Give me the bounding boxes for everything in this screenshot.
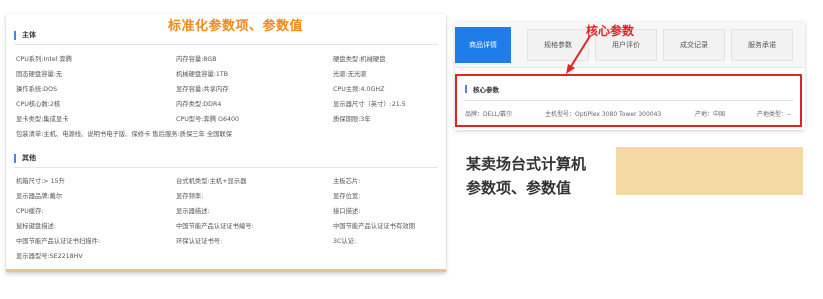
core-param-origin-type: 产地类型：-- [757,111,792,118]
core-param-origin: 产地：中国 [695,111,726,118]
caption: 某卖场台式计算机 参数项、参数值 [466,152,616,200]
spec-panel: 主体 CPU系列:Intel 奔腾 内存容量:8GB 硬盘类型:机械硬盘 固态硬… [6,14,446,272]
spec-cell: 显存频率: [176,193,204,200]
core-param-model: 主机型号：OptiPlex 3080 Tower 300043 [545,111,662,118]
spec-cell: 台式机类型:主机+显示器 [176,178,247,185]
spec-cell: 光驱:无光驱 [333,71,367,78]
spec-cell: 机械硬盘容量:1TB [176,71,229,78]
tab-service-promise[interactable]: 服务承诺 [731,29,793,61]
core-params-box: 核心参数 品牌：DELL/戴尔 主机型号：OptiPlex 3080 Tower… [455,74,802,127]
spec-cell: 质保期限:3年 [333,116,371,123]
spec-cell: 中国节能产品认证证书有效期 [333,223,415,230]
tab-product-details[interactable]: 商品详情 [455,27,511,63]
core-params-header: 核心参数 [465,84,499,94]
spec-cell: 显示器尺寸（英寸）:21.5 [333,101,406,108]
spec-cell: CPU系列:Intel 奔腾 [16,56,73,63]
spec-cell: CPU型号:奔腾 G6400 [176,116,240,123]
caption-line-2: 参数项、参数值 [466,179,572,197]
spec-cell: 环保认证证书号: [176,238,223,245]
section-header-main: 主体 [14,28,36,42]
spec-cell: 鼠标键盘描述: [16,223,56,230]
spec-cell: 硬盘类型:机械硬盘 [333,56,386,63]
divider [14,44,438,45]
spec-cell: CPU主频:4.0GHZ [333,86,385,93]
spec-cell: 3C认证: [333,238,357,245]
caption-highlight [616,147,803,195]
spec-cell: 显存位宽: [333,193,361,200]
divider [463,100,794,101]
spec-cell: 显示器品牌:戴尔 [16,193,63,200]
core-params-title: 核心参数 [473,86,499,94]
spec-cell: 中国节能产品认证证书编号: [176,223,254,230]
spec-cell: 主板芯片: [333,178,361,185]
spec-cell: 显示器型号:SE2218HV [16,253,83,260]
spec-cell: 内存容量:8GB [176,56,217,63]
caption-line-1: 某卖场台式计算机 [466,155,587,173]
spec-cell: 操作系统:DOS [16,86,58,93]
arrow-icon [566,35,591,74]
annotation-standardized: 标准化参数项、参数值 [168,19,304,34]
tab-transaction-records[interactable]: 成交记录 [663,29,725,61]
spec-cell: CPU核心数:2核 [16,101,61,108]
spec-cell: 显示器描述: [176,208,210,215]
section-title-other: 其他 [22,154,36,162]
section-marker [465,85,467,93]
spec-cell: 固态硬盘容量:无 [16,71,63,78]
section-title-main: 主体 [22,31,36,39]
spec-cell: 接口描述: [333,208,361,215]
section-header-other: 其他 [14,151,36,165]
spec-cell: 包装清单:主机、电源线、说明书电子版、保修卡 售后服务:质保三年 全国联保 [16,131,233,138]
spec-cell: 机箱尺寸:> 15升 [16,178,65,185]
spec-cell: 中国节能产品认证证书扫描件: [16,238,100,245]
section-marker [14,153,16,163]
section-marker [14,30,16,40]
divider [14,167,438,168]
spec-cell: CPU缓存: [16,208,44,215]
spec-cell: 内存类型:DDR4 [176,101,222,108]
spec-cell: 显存容量:共享内存 [176,86,229,93]
core-param-brand: 品牌：DELL/戴尔 [465,111,513,118]
spec-cell: 显卡类型:集成显卡 [16,116,69,123]
